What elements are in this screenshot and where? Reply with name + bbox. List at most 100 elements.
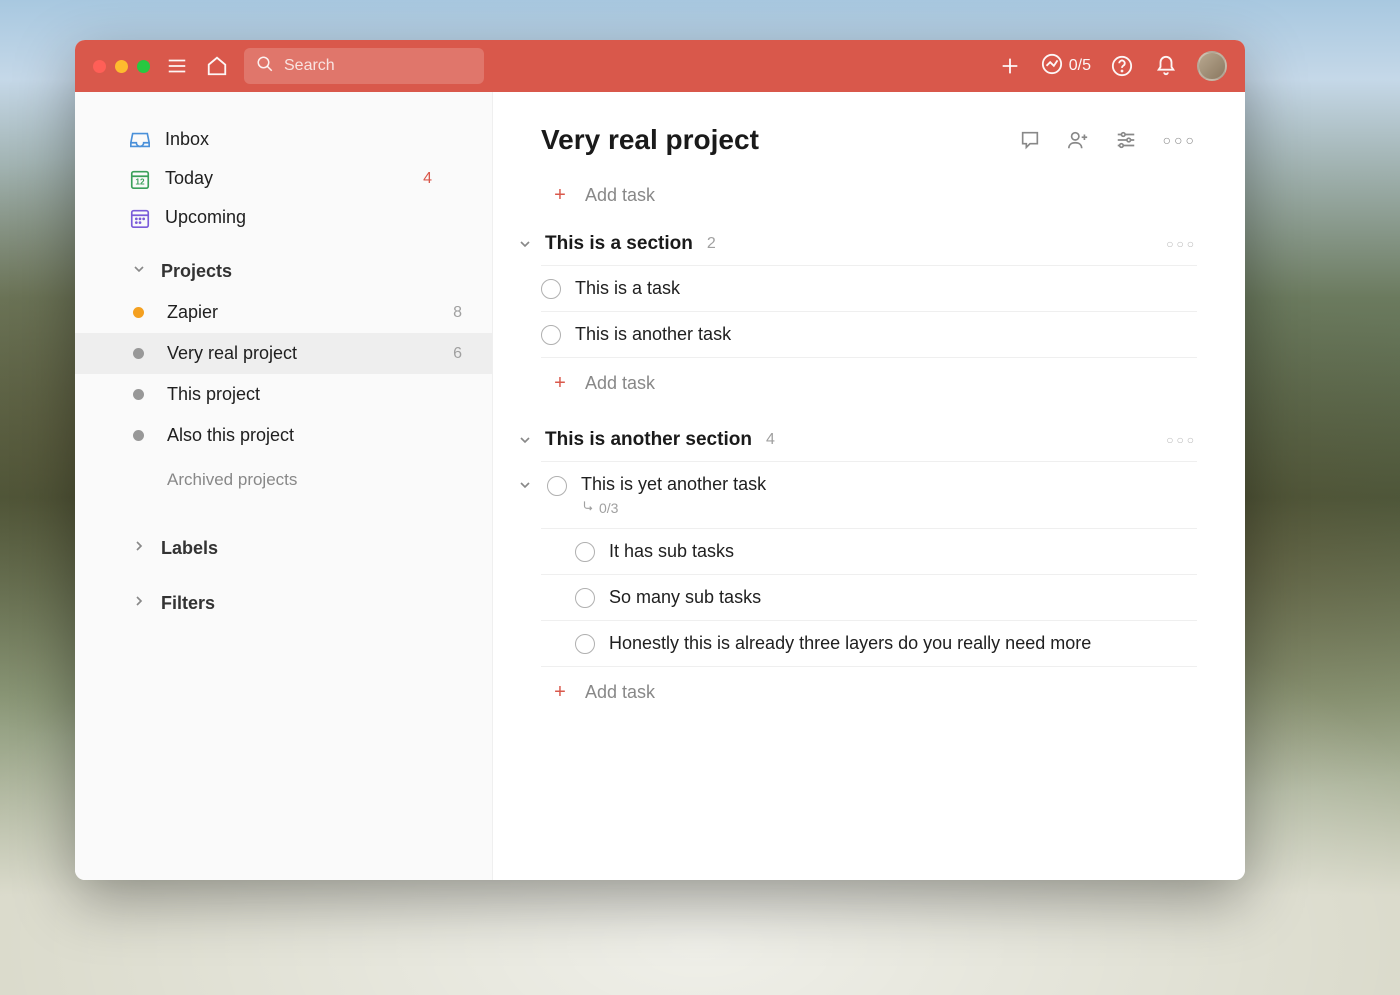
task-checkbox[interactable] bbox=[575, 634, 595, 654]
comments-icon[interactable] bbox=[1019, 129, 1041, 151]
section-title: This is a section bbox=[545, 233, 693, 255]
sidebar-item-upcoming[interactable]: Upcoming bbox=[75, 198, 492, 237]
sidebar-item-inbox[interactable]: Inbox bbox=[75, 120, 492, 159]
subtask-row[interactable]: Honestly this is already three layers do… bbox=[541, 621, 1197, 667]
chevron-down-icon[interactable] bbox=[517, 236, 533, 252]
app-body: Inbox 12 Today 4 Upcoming Projects bbox=[75, 92, 1245, 880]
project-label: Zapier bbox=[167, 302, 218, 323]
task-label: It has sub tasks bbox=[609, 541, 734, 562]
menu-icon[interactable] bbox=[164, 53, 190, 79]
quick-add-icon[interactable] bbox=[997, 53, 1023, 79]
home-icon[interactable] bbox=[204, 53, 230, 79]
chevron-down-icon[interactable] bbox=[517, 432, 533, 448]
chevron-right-icon bbox=[131, 593, 147, 614]
add-task-label: Add task bbox=[585, 185, 655, 206]
archived-projects-link[interactable]: Archived projects bbox=[75, 456, 492, 504]
nav-count: 4 bbox=[423, 170, 432, 188]
subtask-icon bbox=[581, 499, 595, 516]
section-count: 2 bbox=[707, 235, 716, 253]
task-label: This is a task bbox=[575, 278, 1197, 299]
window-close-button[interactable] bbox=[93, 60, 106, 73]
svg-text:12: 12 bbox=[135, 177, 145, 186]
add-task-section[interactable]: + Add task bbox=[541, 667, 1197, 704]
section-block: This is another section 4 ○○○ This is ye… bbox=[541, 429, 1197, 704]
nav-label: Upcoming bbox=[165, 207, 246, 228]
task-checkbox[interactable] bbox=[575, 588, 595, 608]
task-row[interactable]: This is a task bbox=[541, 265, 1197, 312]
topbar-right: 0/5 bbox=[997, 51, 1227, 81]
task-row[interactable]: This is another task bbox=[541, 312, 1197, 358]
avatar[interactable] bbox=[1197, 51, 1227, 81]
search-box[interactable] bbox=[244, 48, 484, 84]
plus-icon: + bbox=[551, 681, 569, 704]
project-color-dot bbox=[133, 307, 144, 318]
help-icon[interactable] bbox=[1109, 53, 1135, 79]
group-label: Filters bbox=[161, 593, 215, 614]
project-count: 6 bbox=[453, 345, 462, 363]
sidebar-project-also-this-project[interactable]: Also this project bbox=[75, 415, 492, 456]
subtask-progress: 0/3 bbox=[581, 499, 1197, 516]
chevron-down-icon bbox=[131, 261, 147, 282]
project-label: This project bbox=[167, 384, 260, 405]
sidebar-project-zapier[interactable]: Zapier 8 bbox=[75, 292, 492, 333]
task-label: So many sub tasks bbox=[609, 587, 761, 608]
project-label: Very real project bbox=[167, 343, 297, 364]
filters-group-header[interactable]: Filters bbox=[75, 569, 492, 624]
task-row[interactable]: This is yet another task 0/3 bbox=[541, 461, 1197, 529]
add-task-label: Add task bbox=[585, 373, 655, 394]
task-checkbox[interactable] bbox=[541, 279, 561, 299]
search-icon bbox=[256, 55, 274, 78]
notifications-icon[interactable] bbox=[1153, 53, 1179, 79]
projects-group-header[interactable]: Projects bbox=[75, 237, 492, 292]
project-label: Also this project bbox=[167, 425, 294, 446]
search-input[interactable] bbox=[284, 57, 472, 75]
more-icon[interactable]: ○○○ bbox=[1163, 129, 1197, 151]
add-task-top[interactable]: + Add task bbox=[541, 174, 1197, 233]
group-label: Labels bbox=[161, 538, 218, 559]
sidebar-project-this-project[interactable]: This project bbox=[75, 374, 492, 415]
main-actions: ○○○ bbox=[1019, 129, 1197, 151]
share-icon[interactable] bbox=[1067, 129, 1089, 151]
productivity-button[interactable]: 0/5 bbox=[1041, 53, 1091, 80]
main: Very real project ○○○ + Add task bbox=[493, 92, 1245, 880]
subtask-row[interactable]: So many sub tasks bbox=[541, 575, 1197, 621]
window-controls bbox=[93, 60, 150, 73]
window-zoom-button[interactable] bbox=[137, 60, 150, 73]
add-task-section[interactable]: + Add task bbox=[541, 358, 1197, 395]
task-label: Honestly this is already three layers do… bbox=[609, 633, 1091, 654]
subtask-row[interactable]: It has sub tasks bbox=[541, 529, 1197, 575]
productivity-icon bbox=[1041, 53, 1063, 80]
view-options-icon[interactable] bbox=[1115, 129, 1137, 151]
section-title: This is another section bbox=[545, 429, 752, 451]
nav-label: Today bbox=[165, 168, 213, 189]
archived-label: Archived projects bbox=[167, 470, 297, 489]
nav-label: Inbox bbox=[165, 129, 209, 150]
sidebar-item-today[interactable]: 12 Today 4 bbox=[75, 159, 492, 198]
section-header: This is another section 4 ○○○ bbox=[541, 429, 1197, 461]
project-count: 8 bbox=[453, 304, 462, 322]
sidebar-project-very-real-project[interactable]: Very real project 6 bbox=[75, 333, 492, 374]
task-checkbox[interactable] bbox=[547, 476, 567, 496]
chevron-down-icon[interactable] bbox=[517, 477, 533, 498]
project-color-dot bbox=[133, 389, 144, 400]
task-checkbox[interactable] bbox=[541, 325, 561, 345]
plus-icon: + bbox=[551, 372, 569, 395]
window-minimize-button[interactable] bbox=[115, 60, 128, 73]
add-task-label: Add task bbox=[585, 682, 655, 703]
labels-group-header[interactable]: Labels bbox=[75, 504, 492, 569]
task-checkbox[interactable] bbox=[575, 542, 595, 562]
today-icon: 12 bbox=[129, 168, 151, 190]
app-window: 0/5 Inbox 12 Today bbox=[75, 40, 1245, 880]
topbar: 0/5 bbox=[75, 40, 1245, 92]
project-color-dot bbox=[133, 348, 144, 359]
plus-icon: + bbox=[551, 184, 569, 207]
task-label: This is yet another task bbox=[581, 474, 1197, 495]
main-header: Very real project ○○○ bbox=[541, 124, 1197, 156]
section-more-icon[interactable]: ○○○ bbox=[1166, 433, 1197, 447]
sidebar: Inbox 12 Today 4 Upcoming Projects bbox=[75, 92, 493, 880]
group-label: Projects bbox=[161, 261, 232, 282]
section-count: 4 bbox=[766, 431, 775, 449]
section-more-icon[interactable]: ○○○ bbox=[1166, 237, 1197, 251]
upcoming-icon bbox=[129, 207, 151, 229]
subtask-count: 0/3 bbox=[599, 500, 618, 516]
